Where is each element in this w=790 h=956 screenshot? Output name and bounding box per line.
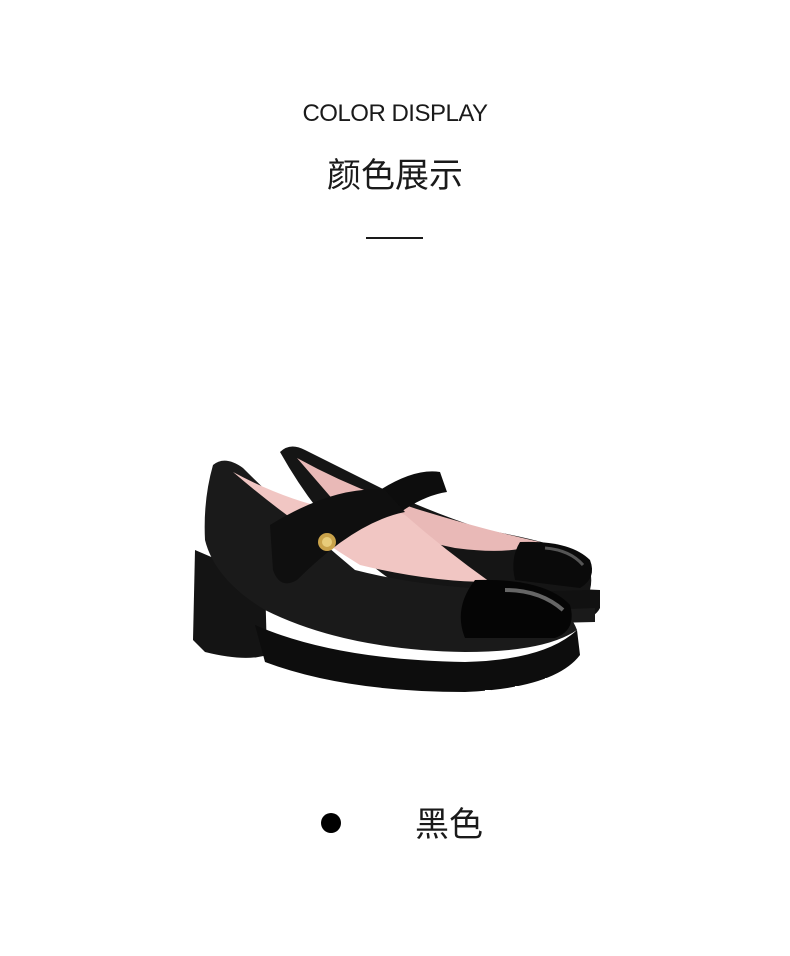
title-divider: [366, 237, 423, 239]
color-name-label: 黑色: [415, 805, 483, 845]
product-image: [193, 446, 600, 699]
section-title-en: COLOR DISPLAY: [302, 100, 488, 127]
color-swatch-dot: [321, 813, 341, 833]
section-title-cn: 颜色展示: [327, 156, 463, 196]
